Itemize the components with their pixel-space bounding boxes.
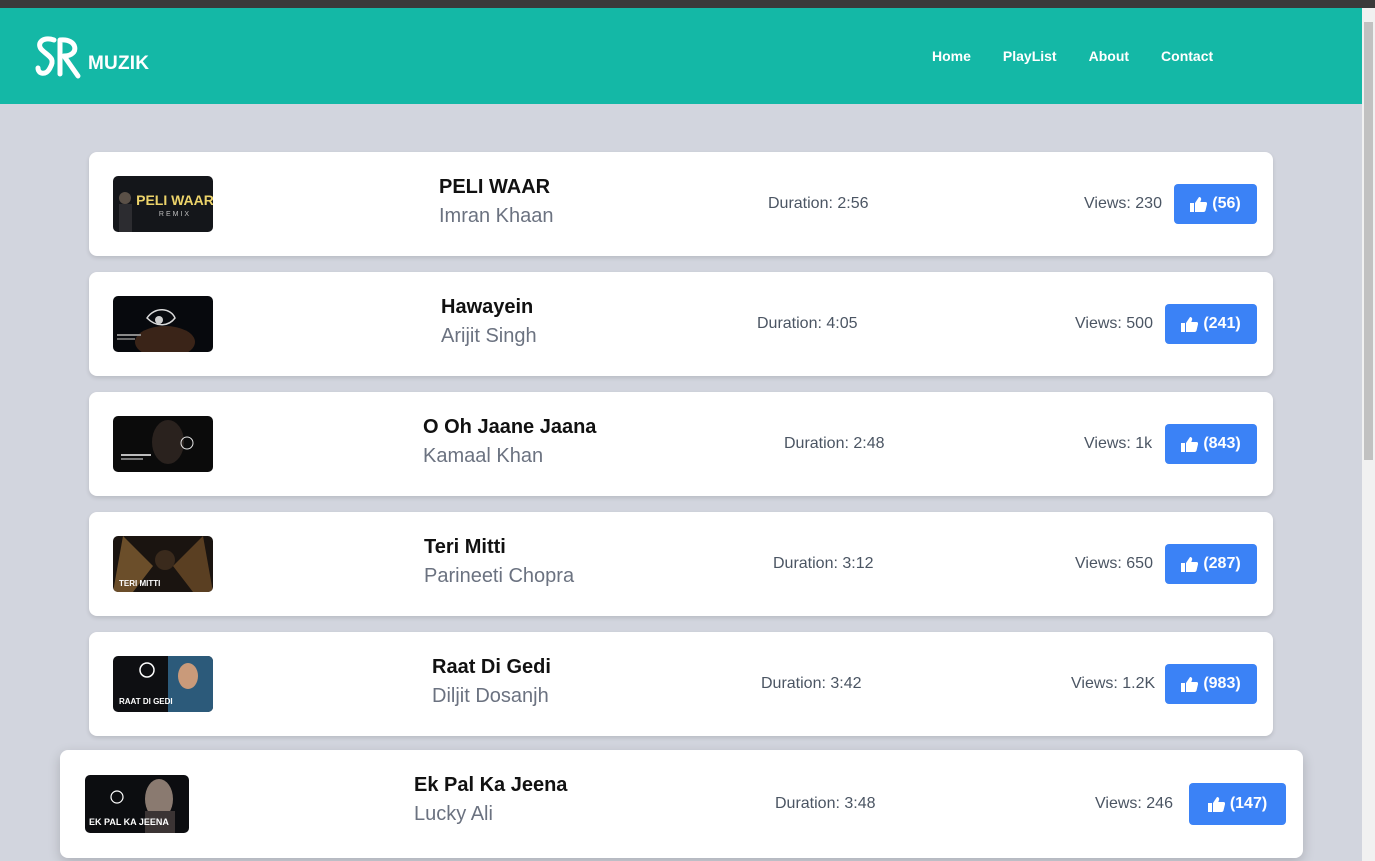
- thumbs-up-icon: [1181, 436, 1199, 452]
- like-count: (147): [1229, 795, 1268, 812]
- site-header: MUZIK Home PlayList About Contact: [0, 8, 1362, 104]
- nav-contact[interactable]: Contact: [1161, 48, 1213, 64]
- song-artist: Diljit Dosanjh: [432, 685, 549, 707]
- thumbs-up-icon: [1181, 556, 1199, 572]
- nav-playlist[interactable]: PlayList: [1003, 48, 1057, 64]
- song-info: O Oh Jaane Jaana Kamaal Khan: [423, 416, 596, 468]
- song-card: TERI MITTI Teri Mitti Parineeti Chopra D…: [89, 512, 1273, 616]
- like-button[interactable]: (287): [1165, 544, 1257, 584]
- song-card: O Oh Jaane Jaana Kamaal Khan Duration: 2…: [89, 392, 1273, 496]
- song-duration: Duration: 3:12: [773, 555, 874, 572]
- song-artist: Kamaal Khan: [423, 445, 544, 467]
- song-duration: Duration: 4:05: [757, 315, 858, 332]
- like-button[interactable]: (241): [1165, 304, 1257, 344]
- song-title: O Oh Jaane Jaana: [423, 416, 597, 438]
- like-button[interactable]: (843): [1165, 424, 1257, 464]
- like-count: (843): [1203, 435, 1241, 452]
- like-button[interactable]: (56): [1174, 184, 1257, 224]
- song-views: Views: 230: [1084, 195, 1162, 212]
- song-views: Views: 1k: [1084, 435, 1153, 452]
- brand-name: MUZIK: [88, 53, 150, 74]
- like-button[interactable]: (147): [1189, 783, 1286, 825]
- song-thumbnail[interactable]: TERI MITTI: [113, 536, 213, 592]
- nav-about[interactable]: About: [1089, 48, 1129, 64]
- song-artist: Lucky Ali: [414, 803, 493, 825]
- song-artist: Parineeti Chopra: [424, 565, 575, 587]
- thumb-title: PELI WAAR: [136, 192, 213, 208]
- song-info: PELI WAAR Imran Khaan: [439, 176, 554, 228]
- like-button[interactable]: (983): [1165, 664, 1257, 704]
- brand-logo[interactable]: MUZIK: [34, 34, 149, 80]
- song-thumbnail[interactable]: [113, 296, 213, 352]
- main-nav: Home PlayList About Contact: [932, 48, 1245, 64]
- scrollbar-thumb[interactable]: [1364, 22, 1373, 460]
- page-scrollbar[interactable]: [1362, 8, 1375, 861]
- like-count: (241): [1203, 315, 1241, 332]
- song-card: EK PAL KA JEENA Ek Pal Ka Jeena Lucky Al…: [60, 750, 1303, 858]
- svg-text:REMIX: REMIX: [159, 211, 191, 218]
- song-views: Views: 500: [1075, 315, 1153, 332]
- thumbs-up-icon: [1181, 676, 1199, 692]
- thumbs-up-icon: [1190, 196, 1208, 212]
- song-duration: Duration: 3:48: [775, 795, 876, 812]
- song-thumbnail[interactable]: PELI WAAR REMIX: [113, 176, 213, 232]
- thumb-title: RAAT DI GEDI: [119, 697, 173, 706]
- song-card: Hawayein Arijit Singh Duration: 4:05 Vie…: [89, 272, 1273, 376]
- song-info: Hawayein Arijit Singh: [441, 296, 537, 348]
- song-duration: Duration: 2:48: [784, 435, 885, 452]
- nav-home[interactable]: Home: [932, 48, 971, 64]
- thumbs-up-icon: [1181, 316, 1199, 332]
- song-thumbnail[interactable]: [113, 416, 213, 472]
- thumb-title: EK PAL KA JEENA: [89, 817, 169, 827]
- song-title: Hawayein: [441, 296, 534, 318]
- song-info: Raat Di Gedi Diljit Dosanjh: [432, 656, 551, 708]
- song-artist: Arijit Singh: [441, 325, 537, 347]
- like-count: (287): [1203, 555, 1241, 572]
- song-card: RAAT DI GEDI Raat Di Gedi Diljit Dosanjh…: [89, 632, 1273, 736]
- song-thumbnail[interactable]: RAAT DI GEDI: [113, 656, 213, 712]
- song-views: Views: 650: [1075, 555, 1153, 572]
- song-title: Ek Pal Ka Jeena: [414, 774, 568, 796]
- browser-top-strip: [0, 0, 1375, 8]
- like-count: (983): [1203, 675, 1241, 692]
- song-thumbnail[interactable]: EK PAL KA JEENA: [85, 775, 189, 833]
- song-title: PELI WAAR: [439, 176, 551, 198]
- song-views: Views: 246: [1095, 795, 1173, 812]
- like-count: (56): [1212, 195, 1241, 212]
- thumb-title: TERI MITTI: [119, 579, 160, 588]
- song-duration: Duration: 2:56: [768, 195, 869, 212]
- song-artist: Imran Khaan: [439, 205, 554, 227]
- song-duration: Duration: 3:42: [761, 675, 862, 692]
- thumbs-up-icon: [1207, 796, 1225, 812]
- song-card: PELI WAAR REMIX PELI WAAR Imran Khaan Du…: [89, 152, 1273, 256]
- song-title: Teri Mitti: [424, 536, 506, 558]
- song-title: Raat Di Gedi: [432, 656, 551, 678]
- song-info: Ek Pal Ka Jeena Lucky Ali: [414, 774, 567, 826]
- song-info: Teri Mitti Parineeti Chopra: [424, 536, 574, 588]
- sr-logo-icon: [35, 36, 81, 79]
- song-views: Views: 1.2K: [1071, 675, 1156, 692]
